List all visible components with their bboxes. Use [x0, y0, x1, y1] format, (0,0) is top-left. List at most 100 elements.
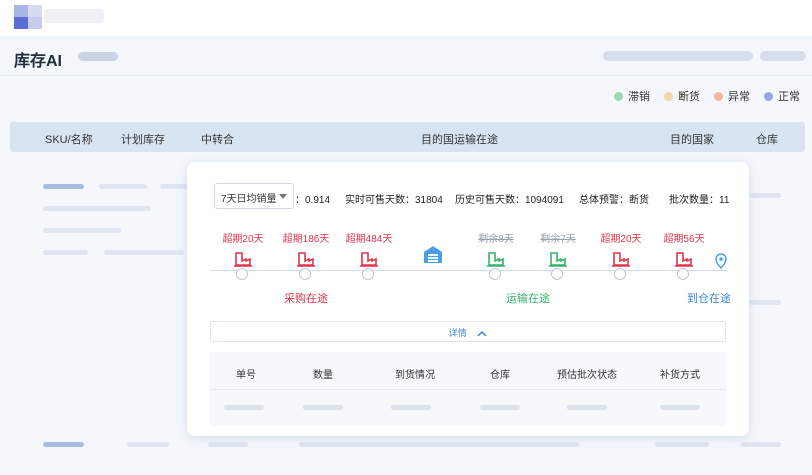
row-placeholder	[741, 442, 781, 447]
column-header[interactable]: 计划库存	[121, 131, 165, 147]
column-header[interactable]: 中转合	[201, 131, 234, 147]
row-placeholder	[104, 250, 184, 255]
subtable-column-header: 补货方式	[660, 370, 700, 381]
row-placeholder	[299, 442, 579, 447]
location-pin-icon	[715, 253, 727, 269]
stop-label: 超期20天	[600, 234, 642, 245]
chevron-down-icon	[279, 194, 287, 199]
stop-marker	[362, 268, 374, 280]
cell-placeholder	[567, 405, 607, 410]
factory-icon	[549, 252, 567, 267]
legend-dot	[714, 91, 723, 101]
timeline-stop[interactable]: 超期20天	[213, 230, 273, 280]
timeline-track	[210, 270, 727, 271]
subtable-column-header: 数量	[313, 370, 333, 381]
row-placeholder	[43, 442, 84, 447]
legend-dot	[764, 91, 773, 101]
legend-label: 断货	[678, 91, 700, 103]
row-placeholder	[43, 228, 121, 233]
sales-period-select[interactable]: 7天日均销量	[214, 183, 294, 209]
row-placeholder	[749, 193, 781, 198]
legend-item: 断货	[664, 88, 700, 104]
row-placeholder	[43, 250, 88, 255]
stop-label: 超期484天	[345, 234, 393, 245]
divider	[0, 75, 812, 76]
subtable-column-header: 单号	[236, 370, 256, 381]
legend-dot	[614, 91, 623, 101]
legend-item: 异常	[714, 88, 750, 104]
phase-shipping: 运输在途	[506, 293, 550, 305]
cell-placeholder	[303, 405, 343, 410]
factory-icon	[297, 252, 315, 267]
stop-marker	[551, 268, 563, 280]
batch-detail-card: 7天日均销量 ：0.914 实时可售天数：31804 历史可售天数：109409…	[187, 162, 749, 436]
overall-alert-stat: 总体预警：断货	[579, 195, 649, 206]
stop-marker	[677, 268, 689, 280]
batch-subtable: 单号 数量 到货情况 仓库 预估批次状态 补货方式	[210, 352, 726, 426]
cell-placeholder	[480, 405, 520, 410]
stop-marker	[299, 268, 311, 280]
top-bar	[0, 0, 812, 36]
details-label: 详情	[448, 328, 467, 338]
realtime-days-stat: 实时可售天数：31804	[345, 195, 443, 206]
header-placeholder	[760, 51, 806, 61]
row-placeholder	[655, 442, 709, 447]
factory-icon	[234, 252, 252, 267]
phase-purchasing: 采购在途	[284, 293, 328, 305]
row-placeholder	[208, 442, 248, 447]
factory-icon	[612, 252, 630, 267]
status-legend: 滞销 断货 异常 正常	[614, 88, 800, 104]
factory-icon	[487, 252, 505, 267]
stop-label: 超期56天	[663, 234, 705, 245]
stop-label: 剩余7天	[540, 234, 576, 245]
legend-label: 异常	[728, 91, 750, 103]
phase-to-warehouse: 到仓在途	[687, 293, 731, 305]
column-header[interactable]: 目的国运输在途	[421, 131, 498, 147]
factory-icon	[360, 252, 378, 267]
app-logo	[14, 5, 106, 29]
column-header[interactable]: 仓库	[756, 131, 778, 147]
stop-marker	[489, 268, 501, 280]
row-placeholder	[749, 300, 781, 305]
page-title: 库存AI	[14, 53, 63, 70]
stop-label: 超期186天	[282, 234, 330, 245]
legend-dot	[664, 91, 673, 101]
legend-item: 滞销	[614, 88, 650, 104]
column-header[interactable]: SKU/名称	[45, 131, 93, 147]
stop-marker	[236, 268, 248, 280]
stop-label: 超期20天	[222, 234, 264, 245]
stop-marker	[614, 268, 626, 280]
timeline-stop[interactable]: 超期484天	[339, 230, 399, 280]
stop-label	[403, 230, 463, 241]
row-placeholder	[99, 184, 147, 189]
timeline-stop[interactable]: 超期186天	[276, 230, 336, 280]
history-days-stat: 历史可售天数：1094091	[455, 195, 564, 206]
row-placeholder	[160, 184, 190, 189]
timeline-stop[interactable]: 超期20天	[591, 230, 651, 280]
timeline-stop[interactable]: 超期56天	[654, 230, 714, 280]
batch-count-stat: 批次数量：11	[669, 195, 730, 206]
select-value: 7天日均销量	[221, 194, 277, 205]
title-placeholder	[78, 52, 118, 61]
header-placeholder	[603, 51, 753, 61]
timeline-stop[interactable]: 剩余7天	[528, 230, 588, 280]
avg-sales-value: ：0.914	[295, 195, 331, 206]
row-placeholder	[43, 184, 84, 189]
subtable-column-header: 预估批次状态	[557, 370, 617, 381]
details-toggle[interactable]: 详情	[210, 321, 726, 342]
timeline-stop[interactable]	[403, 230, 463, 264]
warehouse-icon	[424, 246, 442, 263]
legend-item: 正常	[764, 88, 800, 104]
cell-placeholder	[660, 405, 700, 410]
stop-label: 剩余8天	[478, 234, 514, 245]
subtable-divider	[210, 389, 726, 390]
column-header[interactable]: 目的国家	[670, 131, 714, 147]
inventory-table-header: SKU/名称 计划库存 中转合 目的国运输在途 目的国家 仓库	[10, 122, 805, 152]
row-placeholder	[127, 442, 169, 447]
chevron-up-icon	[477, 330, 487, 337]
timeline-stop[interactable]: 剩余8天	[466, 230, 526, 280]
factory-icon	[675, 252, 693, 267]
cell-placeholder	[224, 405, 264, 410]
subtable-column-header: 仓库	[490, 370, 510, 381]
legend-label: 滞销	[628, 91, 650, 103]
